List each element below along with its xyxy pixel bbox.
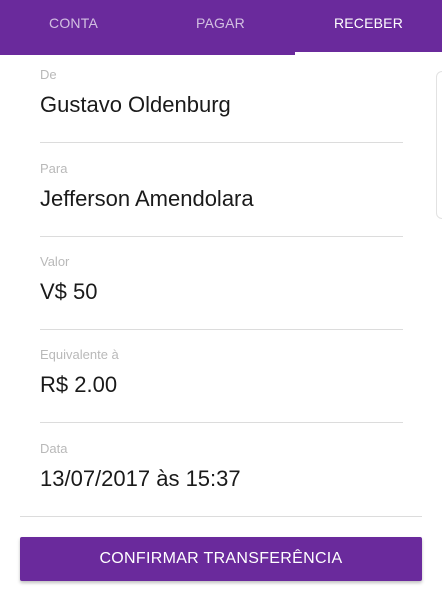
active-tab-indicator <box>295 52 442 55</box>
amount-label: Valor <box>40 254 70 269</box>
equivalent-label: Equivalente à <box>40 347 119 362</box>
tab-label: RECEBER <box>333 15 404 31</box>
tab-label: PAGAR <box>196 15 245 31</box>
background-card-edge <box>436 71 442 219</box>
from-field: De Gustavo Oldenburg <box>40 67 403 119</box>
top-tab-bar: CONTA PAGAR RECEBER <box>0 0 442 55</box>
tab-conta[interactable]: CONTA <box>0 0 147 55</box>
amount-field: Valor V$ 50 <box>40 254 403 306</box>
divider <box>40 422 403 423</box>
divider <box>20 516 422 517</box>
to-value: Jefferson Amendolara <box>40 186 254 211</box>
date-label: Data <box>40 441 68 456</box>
tab-receber[interactable]: RECEBER <box>295 0 442 55</box>
equivalent-value: R$ 2.00 <box>40 372 118 397</box>
from-label: De <box>40 67 57 82</box>
equivalent-field: Equivalente à R$ 2.00 <box>40 347 403 399</box>
amount-value: V$ 50 <box>40 279 98 304</box>
tab-pagar[interactable]: PAGAR <box>147 0 294 55</box>
to-field: Para Jefferson Amendolara <box>40 161 403 213</box>
divider <box>40 142 403 143</box>
transfer-screen: CONTA PAGAR RECEBER De Gustavo Oldenburg… <box>0 0 442 595</box>
tab-label: CONTA <box>49 15 98 31</box>
divider <box>40 329 403 330</box>
date-value: 13/07/2017 às 15:37 <box>40 466 241 491</box>
to-label: Para <box>40 161 68 176</box>
confirm-transfer-button[interactable]: CONFIRMAR TRANSFERÊNCIA <box>20 537 422 581</box>
divider <box>40 236 403 237</box>
date-field: Data 13/07/2017 às 15:37 <box>40 441 403 493</box>
from-value: Gustavo Oldenburg <box>40 92 231 117</box>
